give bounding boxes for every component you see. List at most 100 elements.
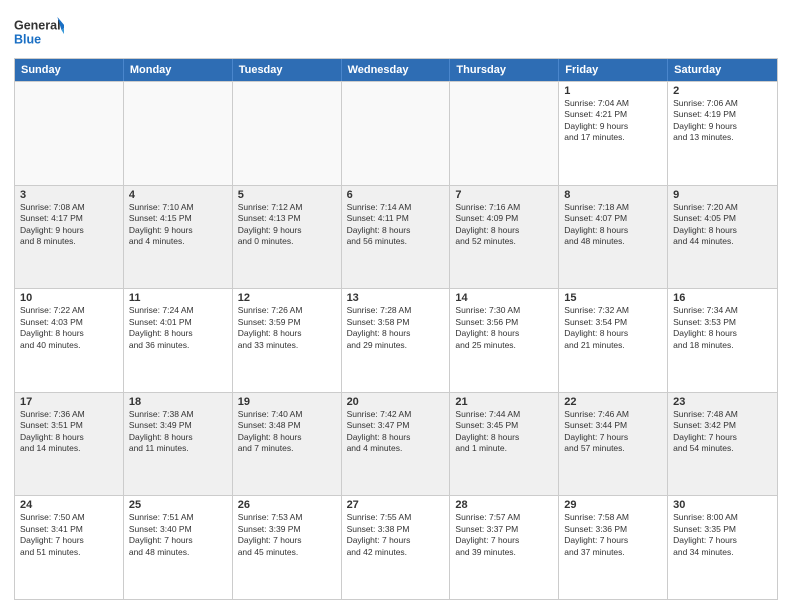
logo-svg: General Blue — [14, 12, 64, 50]
day-info: Sunrise: 7:55 AM Sunset: 3:38 PM Dayligh… — [347, 512, 445, 558]
day-number: 26 — [238, 499, 336, 511]
cal-cell-4-5: 29Sunrise: 7:58 AM Sunset: 3:36 PM Dayli… — [559, 496, 668, 599]
cal-cell-3-4: 21Sunrise: 7:44 AM Sunset: 3:45 PM Dayli… — [450, 393, 559, 496]
cal-cell-1-5: 8Sunrise: 7:18 AM Sunset: 4:07 PM Daylig… — [559, 186, 668, 289]
day-info: Sunrise: 7:36 AM Sunset: 3:51 PM Dayligh… — [20, 409, 118, 455]
day-number: 29 — [564, 499, 662, 511]
day-info: Sunrise: 7:48 AM Sunset: 3:42 PM Dayligh… — [673, 409, 772, 455]
cal-cell-2-1: 11Sunrise: 7:24 AM Sunset: 4:01 PM Dayli… — [124, 289, 233, 392]
day-number: 2 — [673, 85, 772, 97]
day-number: 21 — [455, 396, 553, 408]
day-info: Sunrise: 7:57 AM Sunset: 3:37 PM Dayligh… — [455, 512, 553, 558]
cal-cell-0-3 — [342, 82, 451, 185]
cal-cell-1-3: 6Sunrise: 7:14 AM Sunset: 4:11 PM Daylig… — [342, 186, 451, 289]
cal-cell-0-4 — [450, 82, 559, 185]
day-info: Sunrise: 7:44 AM Sunset: 3:45 PM Dayligh… — [455, 409, 553, 455]
cal-cell-3-2: 19Sunrise: 7:40 AM Sunset: 3:48 PM Dayli… — [233, 393, 342, 496]
week-row-1: 3Sunrise: 7:08 AM Sunset: 4:17 PM Daylig… — [15, 185, 777, 289]
header: General Blue — [14, 12, 778, 50]
week-row-2: 10Sunrise: 7:22 AM Sunset: 4:03 PM Dayli… — [15, 288, 777, 392]
header-thursday: Thursday — [450, 59, 559, 81]
cal-cell-3-3: 20Sunrise: 7:42 AM Sunset: 3:47 PM Dayli… — [342, 393, 451, 496]
page: General Blue SundayMondayTuesdayWednesda… — [0, 0, 792, 612]
day-info: Sunrise: 7:26 AM Sunset: 3:59 PM Dayligh… — [238, 305, 336, 351]
cal-cell-4-1: 25Sunrise: 7:51 AM Sunset: 3:40 PM Dayli… — [124, 496, 233, 599]
day-number: 17 — [20, 396, 118, 408]
day-number: 4 — [129, 189, 227, 201]
day-number: 24 — [20, 499, 118, 511]
cal-cell-1-4: 7Sunrise: 7:16 AM Sunset: 4:09 PM Daylig… — [450, 186, 559, 289]
day-info: Sunrise: 7:40 AM Sunset: 3:48 PM Dayligh… — [238, 409, 336, 455]
day-number: 11 — [129, 292, 227, 304]
cal-cell-0-2 — [233, 82, 342, 185]
cal-cell-0-5: 1Sunrise: 7:04 AM Sunset: 4:21 PM Daylig… — [559, 82, 668, 185]
day-info: Sunrise: 7:16 AM Sunset: 4:09 PM Dayligh… — [455, 202, 553, 248]
cal-cell-3-0: 17Sunrise: 7:36 AM Sunset: 3:51 PM Dayli… — [15, 393, 124, 496]
cal-cell-1-6: 9Sunrise: 7:20 AM Sunset: 4:05 PM Daylig… — [668, 186, 777, 289]
cal-cell-1-0: 3Sunrise: 7:08 AM Sunset: 4:17 PM Daylig… — [15, 186, 124, 289]
cal-cell-1-1: 4Sunrise: 7:10 AM Sunset: 4:15 PM Daylig… — [124, 186, 233, 289]
day-number: 15 — [564, 292, 662, 304]
header-wednesday: Wednesday — [342, 59, 451, 81]
day-number: 20 — [347, 396, 445, 408]
day-number: 25 — [129, 499, 227, 511]
day-info: Sunrise: 7:22 AM Sunset: 4:03 PM Dayligh… — [20, 305, 118, 351]
day-info: Sunrise: 7:12 AM Sunset: 4:13 PM Dayligh… — [238, 202, 336, 248]
day-info: Sunrise: 7:42 AM Sunset: 3:47 PM Dayligh… — [347, 409, 445, 455]
calendar-header: SundayMondayTuesdayWednesdayThursdayFrid… — [15, 59, 777, 81]
cal-cell-4-4: 28Sunrise: 7:57 AM Sunset: 3:37 PM Dayli… — [450, 496, 559, 599]
day-info: Sunrise: 7:38 AM Sunset: 3:49 PM Dayligh… — [129, 409, 227, 455]
day-info: Sunrise: 7:14 AM Sunset: 4:11 PM Dayligh… — [347, 202, 445, 248]
cal-cell-2-2: 12Sunrise: 7:26 AM Sunset: 3:59 PM Dayli… — [233, 289, 342, 392]
cal-cell-2-3: 13Sunrise: 7:28 AM Sunset: 3:58 PM Dayli… — [342, 289, 451, 392]
day-info: Sunrise: 7:46 AM Sunset: 3:44 PM Dayligh… — [564, 409, 662, 455]
header-monday: Monday — [124, 59, 233, 81]
svg-text:Blue: Blue — [14, 33, 41, 47]
calendar: SundayMondayTuesdayWednesdayThursdayFrid… — [14, 58, 778, 600]
cal-cell-3-6: 23Sunrise: 7:48 AM Sunset: 3:42 PM Dayli… — [668, 393, 777, 496]
day-info: Sunrise: 7:08 AM Sunset: 4:17 PM Dayligh… — [20, 202, 118, 248]
day-number: 12 — [238, 292, 336, 304]
day-number: 14 — [455, 292, 553, 304]
logo: General Blue — [14, 12, 64, 50]
cal-cell-2-5: 15Sunrise: 7:32 AM Sunset: 3:54 PM Dayli… — [559, 289, 668, 392]
day-number: 23 — [673, 396, 772, 408]
day-info: Sunrise: 7:50 AM Sunset: 3:41 PM Dayligh… — [20, 512, 118, 558]
day-info: Sunrise: 7:51 AM Sunset: 3:40 PM Dayligh… — [129, 512, 227, 558]
svg-text:General: General — [14, 18, 61, 32]
day-info: Sunrise: 7:20 AM Sunset: 4:05 PM Dayligh… — [673, 202, 772, 248]
day-number: 28 — [455, 499, 553, 511]
day-info: Sunrise: 7:06 AM Sunset: 4:19 PM Dayligh… — [673, 98, 772, 144]
cal-cell-0-1 — [124, 82, 233, 185]
day-number: 22 — [564, 396, 662, 408]
day-info: Sunrise: 7:28 AM Sunset: 3:58 PM Dayligh… — [347, 305, 445, 351]
header-sunday: Sunday — [15, 59, 124, 81]
cal-cell-2-4: 14Sunrise: 7:30 AM Sunset: 3:56 PM Dayli… — [450, 289, 559, 392]
cal-cell-4-6: 30Sunrise: 8:00 AM Sunset: 3:35 PM Dayli… — [668, 496, 777, 599]
week-row-0: 1Sunrise: 7:04 AM Sunset: 4:21 PM Daylig… — [15, 81, 777, 185]
cal-cell-3-5: 22Sunrise: 7:46 AM Sunset: 3:44 PM Dayli… — [559, 393, 668, 496]
day-number: 19 — [238, 396, 336, 408]
day-info: Sunrise: 7:32 AM Sunset: 3:54 PM Dayligh… — [564, 305, 662, 351]
day-number: 3 — [20, 189, 118, 201]
calendar-body: 1Sunrise: 7:04 AM Sunset: 4:21 PM Daylig… — [15, 81, 777, 599]
cal-cell-2-6: 16Sunrise: 7:34 AM Sunset: 3:53 PM Dayli… — [668, 289, 777, 392]
day-number: 18 — [129, 396, 227, 408]
day-info: Sunrise: 7:10 AM Sunset: 4:15 PM Dayligh… — [129, 202, 227, 248]
cal-cell-4-2: 26Sunrise: 7:53 AM Sunset: 3:39 PM Dayli… — [233, 496, 342, 599]
day-number: 10 — [20, 292, 118, 304]
cal-cell-1-2: 5Sunrise: 7:12 AM Sunset: 4:13 PM Daylig… — [233, 186, 342, 289]
day-info: Sunrise: 7:34 AM Sunset: 3:53 PM Dayligh… — [673, 305, 772, 351]
cal-cell-0-0 — [15, 82, 124, 185]
day-number: 9 — [673, 189, 772, 201]
day-number: 1 — [564, 85, 662, 97]
day-info: Sunrise: 8:00 AM Sunset: 3:35 PM Dayligh… — [673, 512, 772, 558]
cal-cell-4-3: 27Sunrise: 7:55 AM Sunset: 3:38 PM Dayli… — [342, 496, 451, 599]
day-info: Sunrise: 7:53 AM Sunset: 3:39 PM Dayligh… — [238, 512, 336, 558]
day-number: 8 — [564, 189, 662, 201]
day-number: 27 — [347, 499, 445, 511]
day-number: 6 — [347, 189, 445, 201]
day-info: Sunrise: 7:30 AM Sunset: 3:56 PM Dayligh… — [455, 305, 553, 351]
week-row-3: 17Sunrise: 7:36 AM Sunset: 3:51 PM Dayli… — [15, 392, 777, 496]
cal-cell-4-0: 24Sunrise: 7:50 AM Sunset: 3:41 PM Dayli… — [15, 496, 124, 599]
